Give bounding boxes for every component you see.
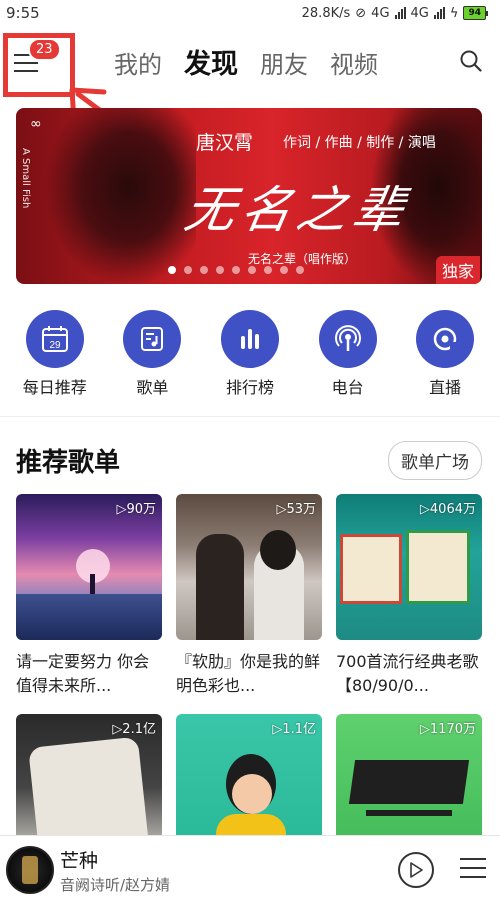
- nav-tabs: 我的 发现 朋友 视频: [114, 42, 378, 81]
- play-count: ▷2.1亿: [112, 722, 156, 737]
- carousel-dots: [168, 266, 304, 274]
- banner-headline: 无名之辈: [180, 181, 415, 239]
- playlist-title: 『软肋』你是我的鲜明色彩也...: [176, 652, 321, 695]
- carousel-dot[interactable]: [296, 266, 304, 274]
- carousel-dot[interactable]: [264, 266, 272, 274]
- banner-artist: 唐汉霄: [196, 132, 254, 154]
- play-count: ▷1170万: [419, 722, 476, 737]
- net-speed: 28.8K/s: [301, 5, 351, 21]
- banner-roles: 作词 / 作曲 / 制作 / 演唱: [283, 135, 436, 151]
- battery-icon: 94: [463, 6, 488, 20]
- calendar-day: 29: [49, 340, 61, 351]
- playlist-title: 请一定要努力 你会值得未来所...: [16, 652, 150, 695]
- play-count: ▷90万: [116, 502, 156, 517]
- quick-radio[interactable]: 电台: [303, 310, 393, 398]
- play-count: ▷4064万: [419, 502, 476, 517]
- quick-daily-recommend[interactable]: 29 每日推荐: [10, 310, 100, 398]
- playlist-grid: ▷90万 请一定要努力 你会值得未来所... ▷53万 『软肋』你是我的鲜明色彩…: [16, 494, 490, 860]
- play-icon: [410, 862, 423, 878]
- divider: [0, 416, 500, 417]
- carousel-dot[interactable]: [168, 266, 176, 274]
- signal-icon-2: [433, 7, 445, 19]
- banner-caption: 无名之辈（唱作版）: [248, 252, 357, 266]
- charging-icon: ϟ: [449, 5, 459, 21]
- quick-label: 直播: [429, 378, 462, 397]
- album-art: [6, 846, 54, 894]
- battery-level: 94: [463, 6, 486, 20]
- quick-playlist[interactable]: 歌单: [107, 310, 197, 398]
- chart-bars-icon: [220, 310, 279, 368]
- playlist-card[interactable]: ▷53万 『软肋』你是我的鲜明色彩也...: [176, 494, 322, 698]
- playlist-icon: [123, 310, 182, 368]
- infinity-icon: ∞: [30, 116, 42, 132]
- carousel-dot[interactable]: [216, 266, 224, 274]
- carousel-dot[interactable]: [200, 266, 208, 274]
- quick-label: 排行榜: [225, 378, 274, 397]
- tab-video[interactable]: 视频: [330, 45, 378, 80]
- quick-label: 电台: [331, 378, 364, 397]
- playlist-card[interactable]: ▷90万 请一定要努力 你会值得未来所...: [16, 494, 162, 698]
- quick-live[interactable]: 直播: [400, 310, 490, 398]
- playlist-cover: ▷4064万: [336, 494, 482, 640]
- playlist-square-button[interactable]: 歌单广场: [388, 441, 482, 480]
- banner-side-text: A Small Fish: [20, 148, 31, 209]
- exclusive-tag: 独家: [435, 256, 480, 284]
- play-count: ▷1.1亿: [272, 722, 316, 737]
- live-icon: [416, 310, 475, 368]
- radio-icon: [318, 310, 377, 368]
- carousel-dot[interactable]: [232, 266, 240, 274]
- quick-links: 29 每日推荐 歌单 排行榜 电台 直播: [0, 310, 500, 398]
- now-playing-artist: 音阙诗听/赵方婧: [60, 876, 171, 894]
- quick-charts[interactable]: 排行榜: [205, 310, 295, 398]
- now-playing-title: 芒种: [60, 850, 99, 872]
- playlist-cover: ▷90万: [16, 494, 162, 640]
- banner-carousel[interactable]: ∞ A Small Fish 唐汉霄 作词 / 作曲 / 制作 / 演唱 无名之…: [16, 108, 482, 284]
- quick-label: 歌单: [136, 378, 169, 397]
- playlist-card[interactable]: ▷4064万 700首流行经典老歌【80/90/0...: [336, 494, 482, 698]
- play-count: ▷53万: [276, 502, 316, 517]
- tab-discover[interactable]: 发现: [184, 42, 238, 81]
- signal-icon: [394, 7, 406, 19]
- quick-label: 每日推荐: [22, 378, 87, 397]
- status-time: 9:55: [6, 4, 40, 22]
- playlist-queue-icon[interactable]: [460, 858, 486, 880]
- playlist-cover: ▷53万: [176, 494, 322, 640]
- mini-player[interactable]: 芒种 音阙诗听/赵方婧: [0, 835, 500, 909]
- tab-mine[interactable]: 我的: [114, 45, 162, 80]
- carousel-dot[interactable]: [248, 266, 256, 274]
- calendar-icon: 29: [25, 310, 84, 368]
- carousel-dot[interactable]: [280, 266, 288, 274]
- section-title: 推荐歌单: [16, 448, 121, 478]
- mute-icon: ⊘: [355, 5, 367, 21]
- network-label-1: 4G: [371, 5, 390, 21]
- playlist-title: 700首流行经典老歌【80/90/0...: [336, 652, 479, 695]
- tab-friends[interactable]: 朋友: [260, 45, 308, 80]
- status-icons: 28.8K/s ⊘ 4G 4G ϟ 94: [302, 6, 488, 21]
- search-icon[interactable]: [460, 50, 482, 72]
- play-button[interactable]: [398, 852, 434, 888]
- banner-artist-photo-left: [46, 108, 196, 284]
- carousel-dot[interactable]: [184, 266, 192, 274]
- status-bar: 9:55 28.8K/s ⊘ 4G 4G ϟ 94: [0, 0, 500, 26]
- network-label-2: 4G: [410, 5, 429, 21]
